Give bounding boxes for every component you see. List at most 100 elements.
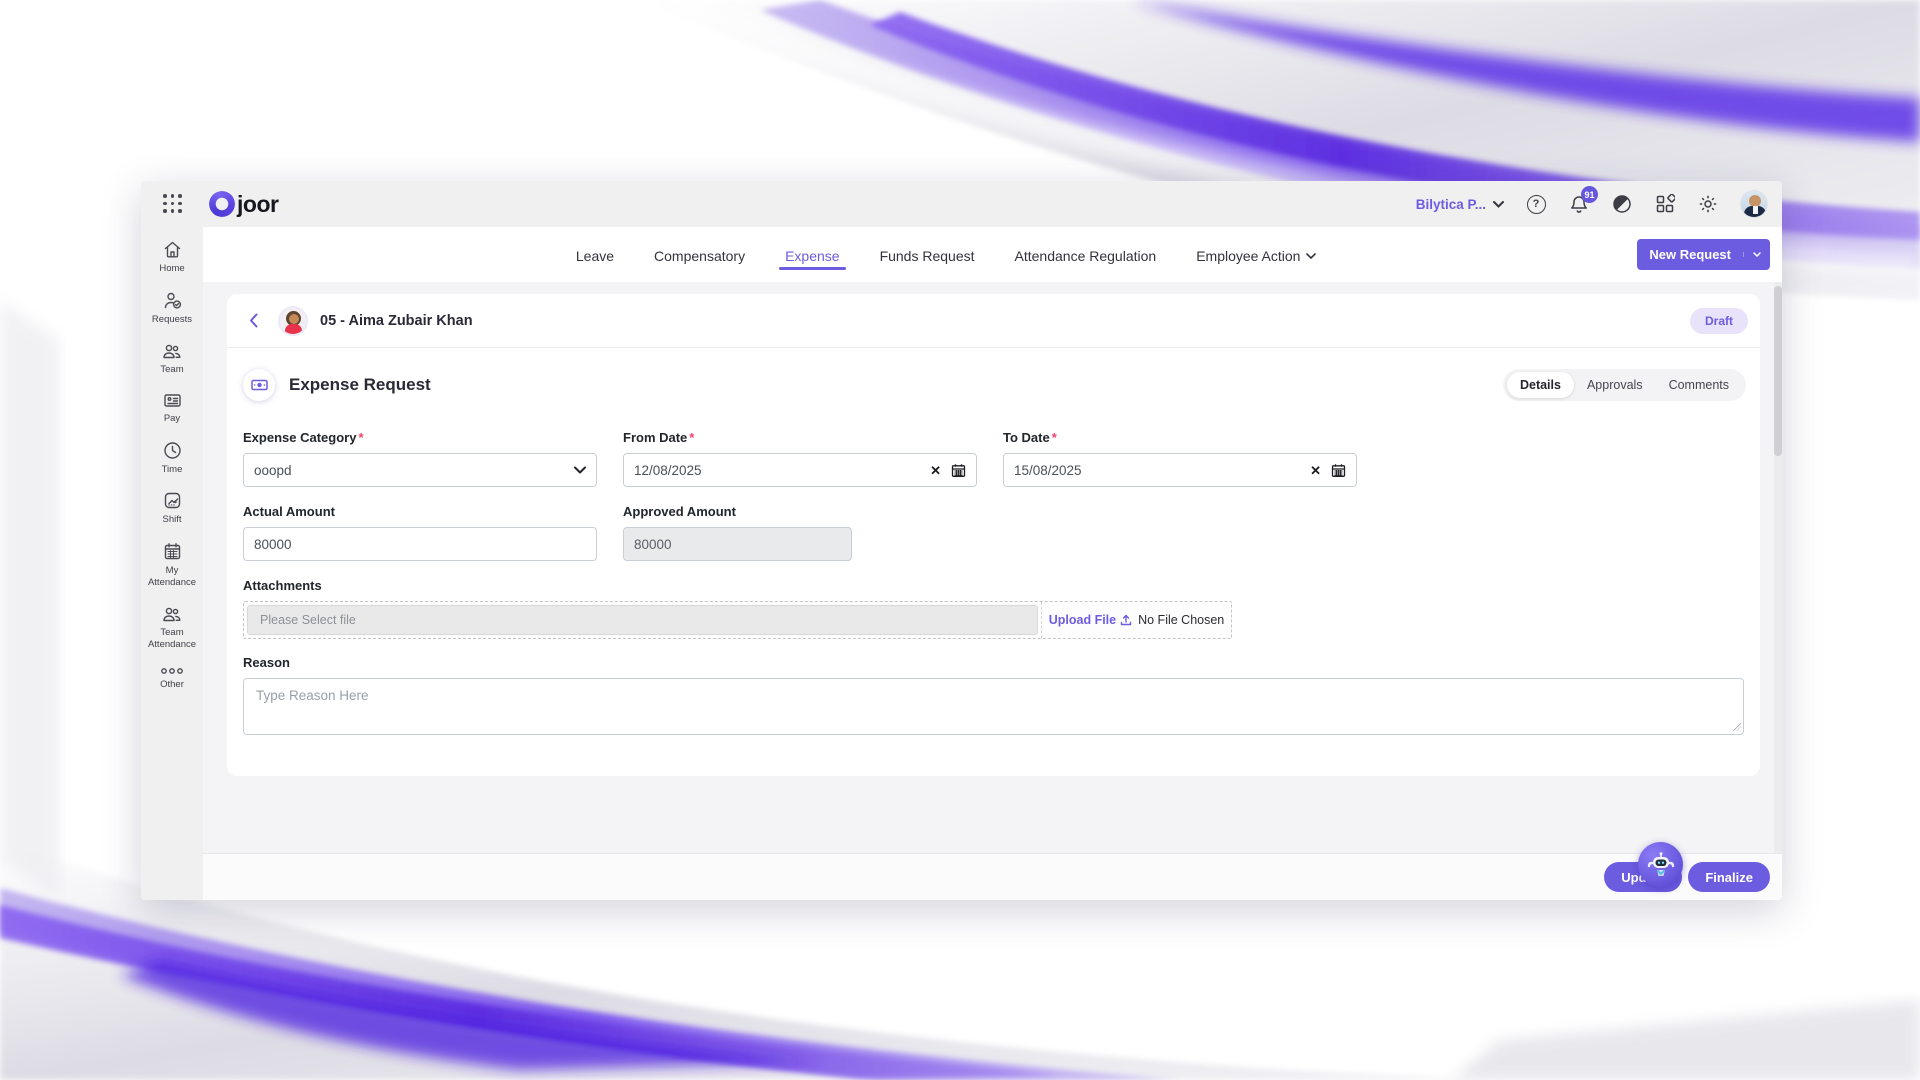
- tab-expense[interactable]: Expense: [783, 234, 841, 276]
- notification-count-badge: 91: [1581, 186, 1598, 203]
- tab-employee-action[interactable]: Employee Action: [1194, 234, 1318, 276]
- sidebar-item-pay[interactable]: Pay: [142, 391, 202, 425]
- required-mark: *: [1052, 430, 1057, 445]
- sidebar: Home Requests Team Pay Time Shift: [141, 227, 203, 900]
- attachments-label: Attachments: [243, 578, 1744, 593]
- banknote-icon: [251, 378, 268, 392]
- upload-icon: [1120, 614, 1132, 626]
- expense-category-label: Expense Category*: [243, 430, 597, 445]
- sidebar-item-shift[interactable]: Shift: [142, 490, 202, 526]
- logo-text: joor: [237, 191, 278, 218]
- team-icon: [161, 341, 183, 361]
- reason-textarea[interactable]: [243, 678, 1744, 735]
- calendar-icon: [1331, 463, 1346, 478]
- expense-category-value: ooopd: [254, 463, 292, 478]
- scrollbar-thumb[interactable]: [1774, 286, 1782, 456]
- settings-button[interactable]: [1697, 193, 1719, 215]
- top-bar: joor Bilytica P... ? 91: [141, 181, 1782, 227]
- apps-grid-icon: [1655, 194, 1675, 214]
- chevron-down-icon: [1306, 253, 1316, 259]
- approved-amount-input: [634, 537, 841, 552]
- logo-o-icon: [209, 191, 235, 217]
- notifications-button[interactable]: 91: [1568, 193, 1590, 215]
- approved-amount-field: [623, 527, 852, 561]
- person-check-icon: [162, 290, 183, 311]
- sidebar-item-time[interactable]: Time: [142, 440, 202, 476]
- sidebar-item-requests[interactable]: Requests: [142, 290, 202, 326]
- view-tab-details[interactable]: Details: [1507, 372, 1574, 398]
- robot-icon: [1646, 850, 1676, 880]
- avatar-face: [289, 314, 299, 324]
- help-icon: ?: [1533, 198, 1540, 210]
- status-badge: Draft: [1690, 308, 1748, 334]
- app-window: joor Bilytica P... ? 91: [141, 181, 1782, 900]
- tab-leave[interactable]: Leave: [574, 234, 616, 276]
- employee-name: 05 - Aima Zubair Khan: [320, 313, 473, 329]
- attachments-dropzone[interactable]: Please Select file Upload File No File C…: [243, 601, 1232, 639]
- actual-amount-label: Actual Amount: [243, 504, 597, 519]
- app-launcher-icon[interactable]: [163, 194, 183, 214]
- chevron-left-icon: [249, 313, 258, 328]
- expense-category-select[interactable]: ooopd: [243, 453, 597, 487]
- to-date-calendar-button[interactable]: [1331, 463, 1346, 478]
- avatar-shirt: [285, 324, 302, 336]
- clock-icon: [162, 440, 183, 461]
- expense-form: Expense Category* ooopd From Date*: [227, 405, 1760, 735]
- from-date-field: ✕: [623, 453, 977, 487]
- from-date-input[interactable]: [634, 463, 930, 478]
- view-tab-approvals[interactable]: Approvals: [1574, 372, 1656, 398]
- from-date-clear-icon[interactable]: ✕: [930, 464, 941, 477]
- sidebar-item-team[interactable]: Team: [142, 341, 202, 376]
- avatar-shirt: [1753, 206, 1758, 214]
- to-date-input[interactable]: [1014, 463, 1310, 478]
- home-icon: [162, 239, 183, 260]
- back-button[interactable]: [243, 313, 264, 328]
- to-date-clear-icon[interactable]: ✕: [1310, 464, 1321, 477]
- actual-amount-input[interactable]: [254, 537, 586, 552]
- sidebar-item-my-attendance[interactable]: My Attendance: [142, 541, 202, 589]
- to-date-label: To Date*: [1003, 430, 1357, 445]
- new-request-caret[interactable]: [1743, 252, 1770, 257]
- view-tab-group: Details Approvals Comments: [1503, 369, 1746, 401]
- help-button[interactable]: ?: [1525, 193, 1547, 215]
- calendar-icon: [162, 541, 183, 562]
- expense-icon-circle: [243, 369, 275, 401]
- tab-compensatory[interactable]: Compensatory: [652, 234, 747, 276]
- view-tab-comments[interactable]: Comments: [1656, 372, 1742, 398]
- file-select-field[interactable]: Please Select file: [247, 605, 1038, 635]
- sidebar-item-team-attendance[interactable]: Team Attendance: [142, 604, 202, 651]
- page-title: Expense Request: [289, 375, 431, 395]
- request-type-tabbar: Leave Compensatory Expense Funds Request…: [203, 227, 1782, 282]
- scrollbar-track[interactable]: [1774, 282, 1782, 853]
- contrast-icon: [1612, 194, 1632, 214]
- tab-attendance-regulation[interactable]: Attendance Regulation: [1013, 234, 1159, 276]
- new-request-button[interactable]: New Request: [1637, 239, 1770, 270]
- chevron-down-icon: [574, 466, 586, 474]
- from-date-calendar-button[interactable]: [951, 463, 966, 478]
- gear-icon: [1698, 194, 1718, 214]
- record-header-row: 05 - Aima Zubair Khan Draft: [227, 294, 1760, 348]
- theme-toggle-button[interactable]: [1611, 193, 1633, 215]
- apps-menu-button[interactable]: [1654, 193, 1676, 215]
- sidebar-item-home[interactable]: Home: [142, 239, 202, 275]
- assistant-bot-button[interactable]: [1638, 842, 1683, 887]
- actual-amount-field: [243, 527, 597, 561]
- organization-dropdown[interactable]: Bilytica P...: [1416, 197, 1504, 212]
- ellipsis-icon: [160, 666, 184, 676]
- payslip-icon: [162, 391, 183, 410]
- finalize-button[interactable]: Finalize: [1688, 862, 1770, 892]
- caret-down-icon: [1753, 252, 1761, 257]
- calendar-icon: [951, 463, 966, 478]
- reason-label: Reason: [243, 655, 1744, 670]
- tab-funds-request[interactable]: Funds Request: [878, 234, 977, 276]
- brand-logo[interactable]: joor: [209, 191, 278, 218]
- file-placeholder: Please Select file: [260, 613, 356, 627]
- from-date-label: From Date*: [623, 430, 977, 445]
- sidebar-item-other[interactable]: Other: [142, 666, 202, 691]
- upload-file-button[interactable]: Upload File No File Chosen: [1041, 602, 1231, 638]
- shift-icon: [162, 490, 183, 511]
- approved-amount-label: Approved Amount: [623, 504, 852, 519]
- user-avatar[interactable]: [1740, 190, 1768, 218]
- required-mark: *: [358, 430, 363, 445]
- upload-file-label: Upload File: [1049, 613, 1116, 627]
